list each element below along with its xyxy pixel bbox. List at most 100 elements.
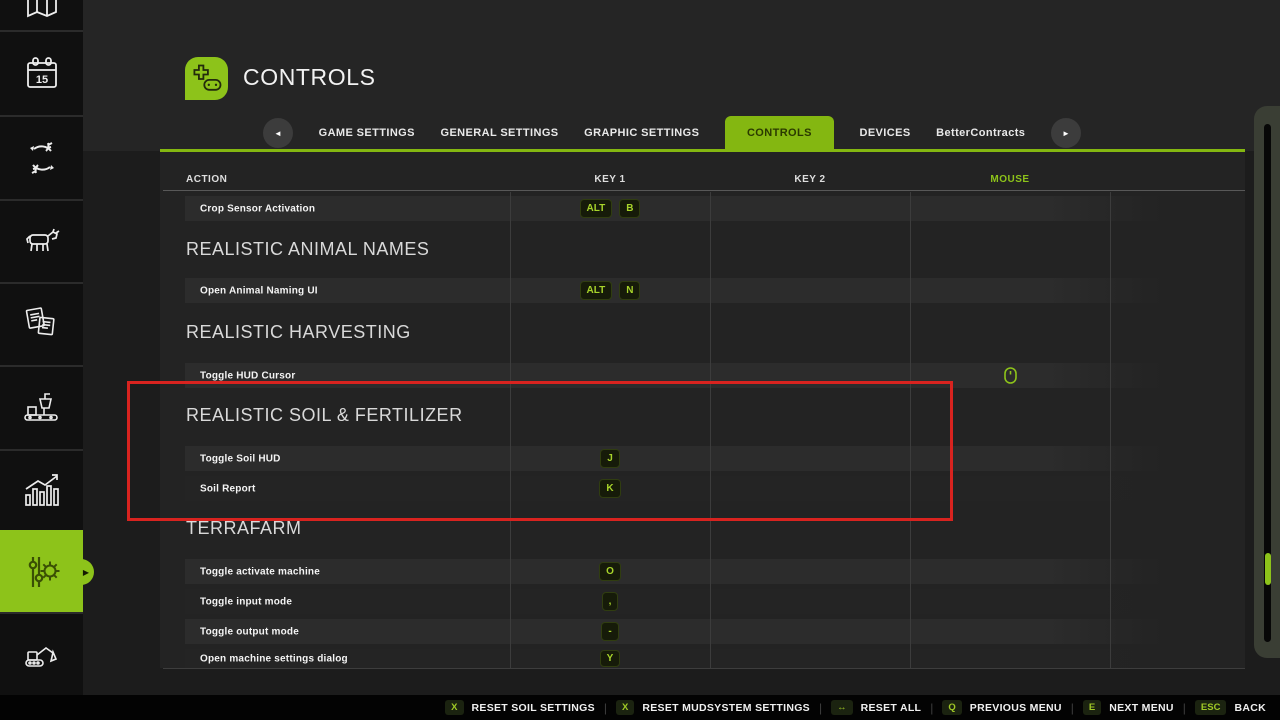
key-badge: Y [600, 650, 621, 667]
calendar-icon: 15 [21, 53, 63, 95]
key1-cell[interactable]: J [510, 446, 710, 471]
statistics-icon [20, 469, 64, 513]
key-badge: , [602, 592, 619, 611]
sidebar-item-map[interactable] [0, 0, 83, 30]
section-title-terrafarm: TERRAFARM [186, 518, 302, 539]
footer-separator: | [1071, 701, 1074, 715]
key-badge: K [599, 479, 620, 498]
column-divider [910, 192, 911, 668]
tab-general-settings[interactable]: GENERAL SETTINGS [440, 127, 558, 139]
mod-settings-icon [20, 550, 64, 594]
tab-controls[interactable]: CONTROLS [725, 116, 834, 150]
contracts-icon [20, 303, 64, 347]
sidebar-item-statistics[interactable] [0, 449, 83, 530]
sidebar-item-animals[interactable] [0, 199, 83, 282]
key1-cell[interactable]: K [510, 476, 710, 501]
production-icon [20, 386, 64, 430]
tab-devices[interactable]: DEVICES [859, 127, 910, 139]
action-label: Open Animal Naming UI [200, 285, 318, 296]
table-row-open-machine-settings-dialog[interactable]: Open machine settings dialog Y [185, 649, 1163, 668]
page-title: CONTROLS [243, 64, 376, 91]
column-divider [710, 192, 711, 668]
controls-app-icon [185, 57, 228, 100]
tab-bar: ◄ GAME SETTINGS GENERAL SETTINGS GRAPHIC… [263, 116, 1081, 150]
column-header-key2: KEY 2 [710, 174, 910, 185]
key-badge: J [600, 449, 620, 468]
action-label: Toggle activate machine [200, 566, 320, 577]
footer-separator: | [930, 701, 933, 715]
key1-cell[interactable]: ALT N [510, 278, 710, 303]
key-badge: E [1083, 700, 1101, 716]
sidebar-item-crop-rotation[interactable] [0, 115, 83, 199]
column-header-action: ACTION [186, 174, 227, 185]
key1-cell[interactable]: ALT B [510, 196, 710, 221]
calendar-day-label: 15 [35, 74, 47, 86]
game-settings-window: 15 [0, 0, 1280, 720]
mouse-icon [1004, 367, 1017, 384]
sidebar-item-calendar[interactable]: 15 [0, 30, 83, 115]
footer-label: BACK [1234, 702, 1266, 714]
section-title-realistic-harvesting: REALISTIC HARVESTING [186, 322, 411, 343]
table-row-toggle-hud-cursor[interactable]: Toggle HUD Cursor [185, 363, 1163, 388]
sidebar-item-mod-settings[interactable]: ▶ [0, 530, 83, 612]
crop-rotation-icon [21, 137, 63, 179]
table-row-soil-report[interactable]: Soil Report K [185, 476, 1163, 501]
excavator-icon [20, 633, 64, 677]
back-button[interactable]: ESC BACK [1195, 700, 1266, 716]
action-label: Soil Report [200, 483, 256, 494]
mouse-cell[interactable] [910, 363, 1110, 388]
reset-all-button[interactable]: ↔ RESET ALL [831, 700, 921, 716]
key-badge: ESC [1195, 700, 1227, 716]
column-header-mouse: MOUSE [910, 174, 1110, 185]
sidebar-item-production[interactable] [0, 365, 83, 449]
section-title-realistic-soil-fertilizer: REALISTIC SOIL & FERTILIZER [186, 405, 463, 426]
reset-soil-settings-button[interactable]: X RESET SOIL SETTINGS [445, 700, 595, 716]
reset-mudsystem-settings-button[interactable]: X RESET MUDSYSTEM SETTINGS [616, 700, 810, 716]
column-header-key1: KEY 1 [510, 174, 710, 185]
previous-menu-button[interactable]: Q PREVIOUS MENU [942, 700, 1061, 716]
tab-game-settings[interactable]: GAME SETTINGS [319, 127, 415, 139]
sidebar-menu: 15 [0, 0, 83, 695]
key-badge: ALT [580, 281, 613, 300]
key-badge: N [619, 281, 640, 300]
action-label: Crop Sensor Activation [200, 203, 315, 214]
section-title-realistic-animal-names: REALISTIC ANIMAL NAMES [186, 239, 429, 260]
sidebar-item-contracts[interactable] [0, 282, 83, 365]
footer-label: PREVIOUS MENU [970, 702, 1062, 714]
key1-cell[interactable]: O [510, 559, 710, 584]
key1-cell[interactable]: , [510, 589, 710, 614]
table-row-open-animal-naming-ui[interactable]: Open Animal Naming UI ALT N [185, 278, 1163, 303]
footer-separator: | [819, 701, 822, 715]
key-badge: X [616, 700, 634, 716]
sidebar-item-construction[interactable] [0, 612, 83, 695]
key1-cell[interactable]: Y [510, 649, 710, 668]
footer-label: RESET MUDSYSTEM SETTINGS [642, 702, 810, 714]
table-row-toggle-activate-machine[interactable]: Toggle activate machine O [185, 559, 1163, 584]
footer-label: NEXT MENU [1109, 702, 1174, 714]
table-row-crop-sensor-activation[interactable]: Crop Sensor Activation ALT B [185, 196, 1163, 221]
table-row-toggle-soil-hud[interactable]: Toggle Soil HUD J [185, 446, 1163, 471]
next-menu-button[interactable]: E NEXT MENU [1083, 700, 1174, 716]
footer-separator: | [1183, 701, 1186, 715]
action-label: Toggle HUD Cursor [200, 370, 295, 381]
footer-shortcut-bar: X RESET SOIL SETTINGS | X RESET MUDSYSTE… [0, 695, 1280, 720]
table-bottom-divider [163, 668, 1245, 669]
key-badge: O [599, 562, 621, 581]
tabs-next-button[interactable]: ► [1051, 118, 1081, 148]
table-row-toggle-output-mode[interactable]: Toggle output mode - [185, 619, 1163, 644]
key-badge: - [601, 622, 618, 641]
tab-graphic-settings[interactable]: GRAPHIC SETTINGS [584, 127, 699, 139]
action-label: Open machine settings dialog [200, 653, 348, 664]
tabs-prev-button[interactable]: ◄ [263, 118, 293, 148]
scrollbar-thumb[interactable] [1265, 553, 1271, 585]
table-row-toggle-input-mode[interactable]: Toggle input mode , [185, 589, 1163, 614]
footer-label: RESET SOIL SETTINGS [472, 702, 595, 714]
cow-icon [20, 220, 64, 264]
footer-label: RESET ALL [861, 702, 922, 714]
key-badge: X [445, 700, 463, 716]
key-badge: ALT [580, 199, 613, 218]
tab-bettercontracts[interactable]: BetterContracts [936, 127, 1025, 139]
chevron-right-icon: ► [1062, 129, 1070, 138]
map-icon [22, 0, 62, 26]
key1-cell[interactable]: - [510, 619, 710, 644]
